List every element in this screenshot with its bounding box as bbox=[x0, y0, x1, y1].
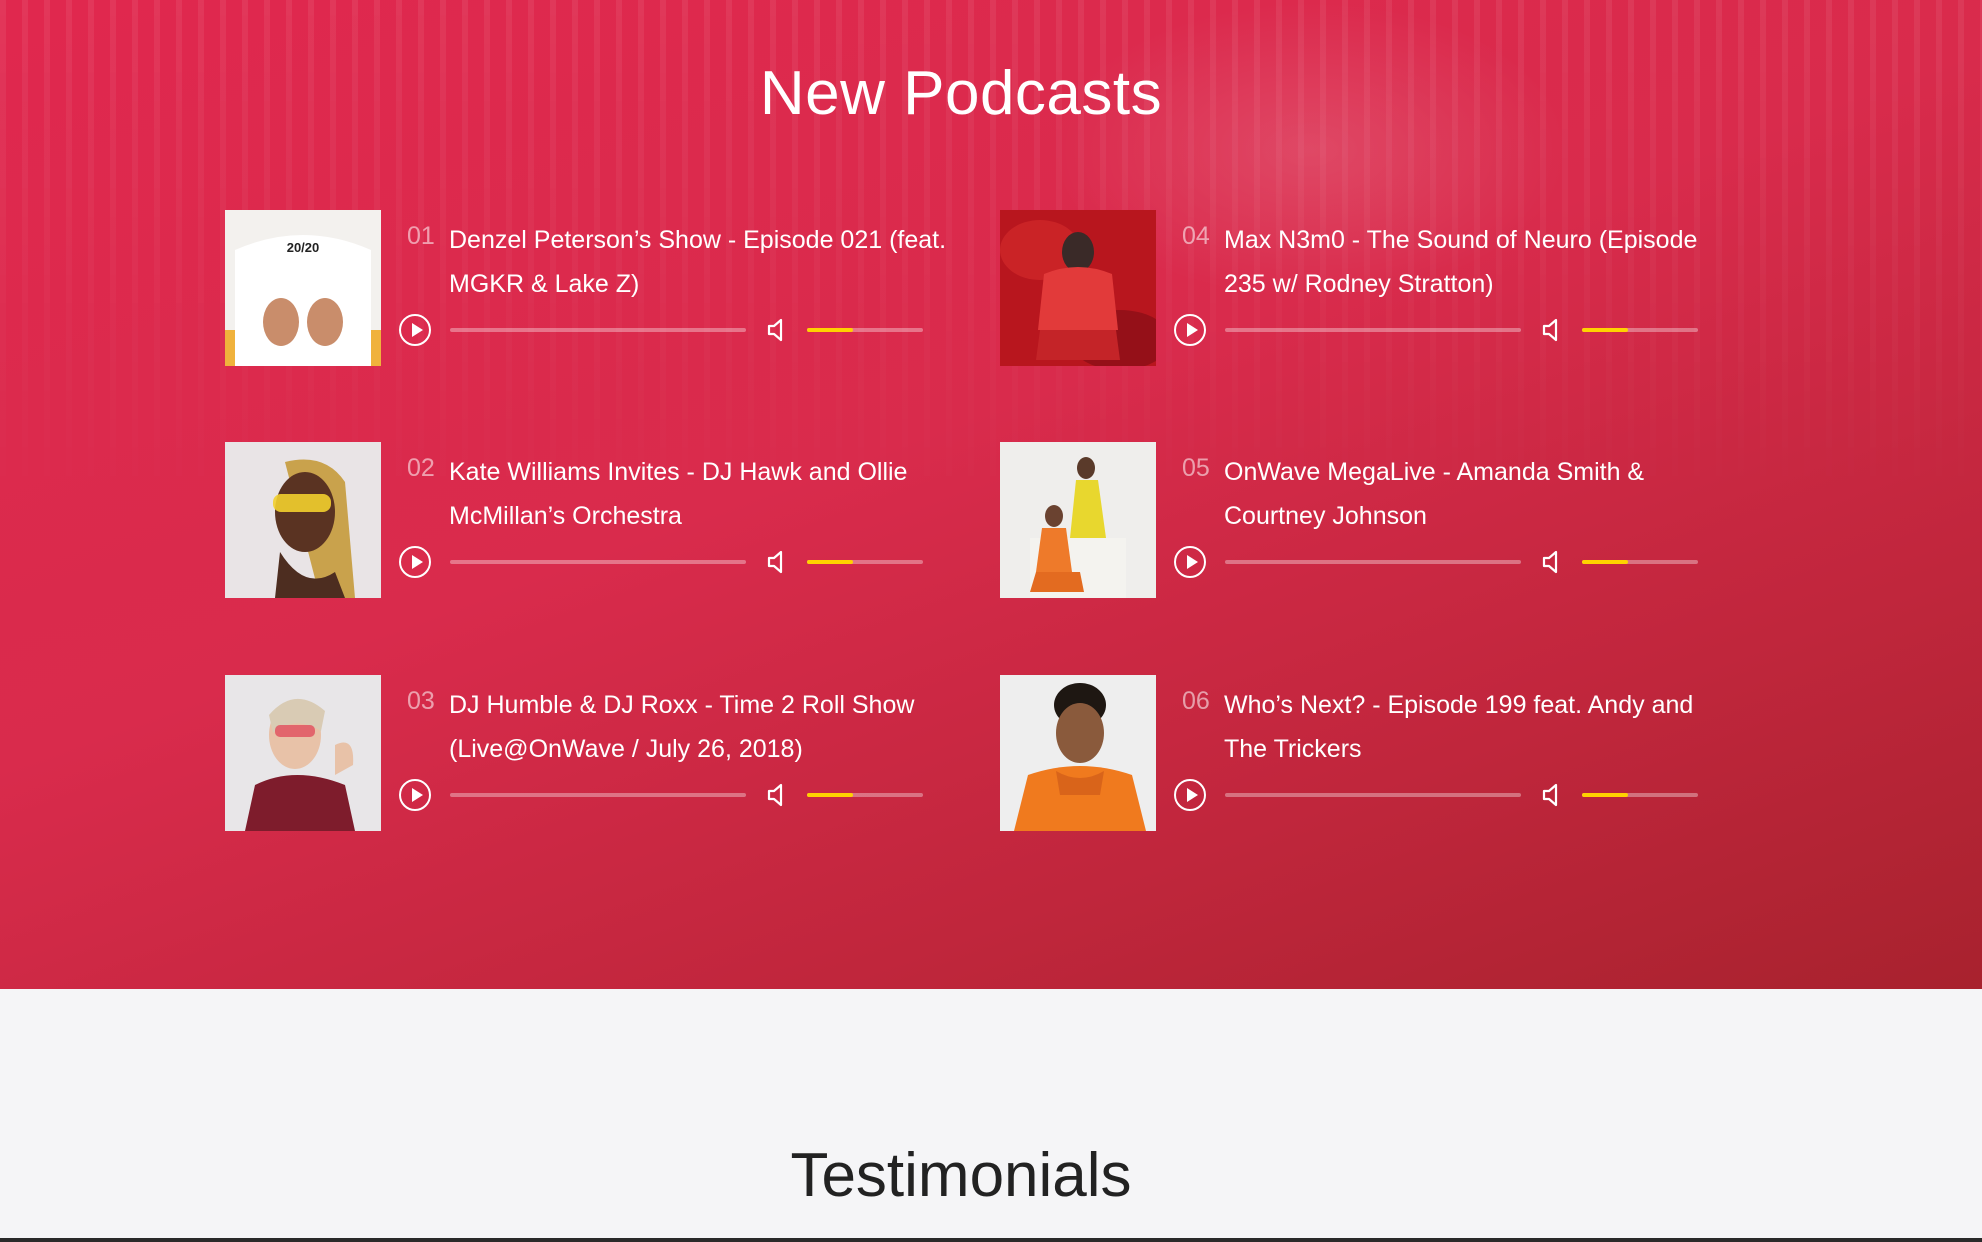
progress-bar[interactable] bbox=[1225, 560, 1521, 564]
podcast-title[interactable]: Denzel Peterson’s Show - Episode 021 (fe… bbox=[449, 218, 949, 306]
podcast-cover-image bbox=[1000, 675, 1156, 831]
speaker-icon[interactable] bbox=[765, 316, 791, 344]
svg-text:20/20: 20/20 bbox=[287, 240, 320, 255]
podcast-cover-image bbox=[225, 442, 381, 598]
progress-bar[interactable] bbox=[1225, 328, 1521, 332]
speaker-icon[interactable] bbox=[1540, 548, 1566, 576]
podcast-card-05: 05 OnWave MegaLive - Amanda Smith & Cour… bbox=[1000, 442, 1720, 598]
podcast-cover-image bbox=[225, 675, 381, 831]
play-button[interactable] bbox=[1174, 546, 1206, 578]
progress-bar[interactable] bbox=[450, 560, 746, 564]
volume-fill bbox=[1582, 560, 1629, 564]
volume-slider[interactable] bbox=[807, 793, 923, 797]
play-button[interactable] bbox=[399, 546, 431, 578]
podcast-card-01: 20/20 01 Denzel Peterson’s Show - Episod… bbox=[225, 210, 946, 366]
volume-fill bbox=[807, 793, 854, 797]
podcasts-section: New Podcasts 20/20 01 Denzel Peterson’s … bbox=[0, 0, 1982, 989]
podcast-cover-image: 20/20 bbox=[225, 210, 381, 366]
volume-slider[interactable] bbox=[1582, 328, 1698, 332]
podcast-card-04: 04 Max N3m0 - The Sound of Neuro (Episod… bbox=[1000, 210, 1720, 366]
podcast-card-06: 06 Who’s Next? - Episode 199 feat. Andy … bbox=[1000, 675, 1720, 831]
volume-slider[interactable] bbox=[1582, 793, 1698, 797]
podcast-card-02: 02 Kate Williams Invites - DJ Hawk and O… bbox=[225, 442, 945, 598]
progress-bar[interactable] bbox=[450, 328, 746, 332]
volume-slider[interactable] bbox=[1582, 560, 1698, 564]
speaker-icon[interactable] bbox=[765, 548, 791, 576]
podcast-number: 02 bbox=[407, 454, 435, 482]
play-button[interactable] bbox=[1174, 314, 1206, 346]
section-title: New Podcasts bbox=[759, 59, 1163, 128]
podcast-card-03: 03 DJ Humble & DJ Roxx - Time 2 Roll Sho… bbox=[225, 675, 945, 831]
volume-fill bbox=[807, 328, 854, 332]
play-button[interactable] bbox=[1174, 779, 1206, 811]
podcast-number: 03 bbox=[407, 687, 435, 715]
podcast-title[interactable]: Who’s Next? - Episode 199 feat. Andy and… bbox=[1224, 683, 1724, 771]
podcast-title[interactable]: DJ Humble & DJ Roxx - Time 2 Roll Show (… bbox=[449, 683, 949, 771]
podcast-title[interactable]: OnWave MegaLive - Amanda Smith & Courtne… bbox=[1224, 450, 1724, 538]
volume-slider[interactable] bbox=[807, 328, 923, 332]
podcast-cover-image bbox=[1000, 210, 1156, 366]
speaker-icon[interactable] bbox=[1540, 316, 1566, 344]
podcast-number: 06 bbox=[1182, 687, 1210, 715]
podcast-number: 05 bbox=[1182, 454, 1210, 482]
podcast-cover-image bbox=[1000, 442, 1156, 598]
play-button[interactable] bbox=[399, 314, 431, 346]
volume-slider[interactable] bbox=[807, 560, 923, 564]
speaker-icon[interactable] bbox=[765, 781, 791, 809]
podcast-title[interactable]: Max N3m0 - The Sound of Neuro (Episode 2… bbox=[1224, 218, 1724, 306]
podcast-number: 04 bbox=[1182, 222, 1210, 250]
progress-bar[interactable] bbox=[1225, 793, 1521, 797]
volume-fill bbox=[807, 560, 854, 564]
progress-bar[interactable] bbox=[450, 793, 746, 797]
podcast-title[interactable]: Kate Williams Invites - DJ Hawk and Olli… bbox=[449, 450, 949, 538]
podcast-number: 01 bbox=[407, 222, 435, 250]
volume-fill bbox=[1582, 328, 1629, 332]
testimonials-title: Testimonials bbox=[790, 1141, 1132, 1210]
speaker-icon[interactable] bbox=[1540, 781, 1566, 809]
volume-fill bbox=[1582, 793, 1629, 797]
page-bottom-edge bbox=[0, 1238, 1982, 1242]
play-button[interactable] bbox=[399, 779, 431, 811]
